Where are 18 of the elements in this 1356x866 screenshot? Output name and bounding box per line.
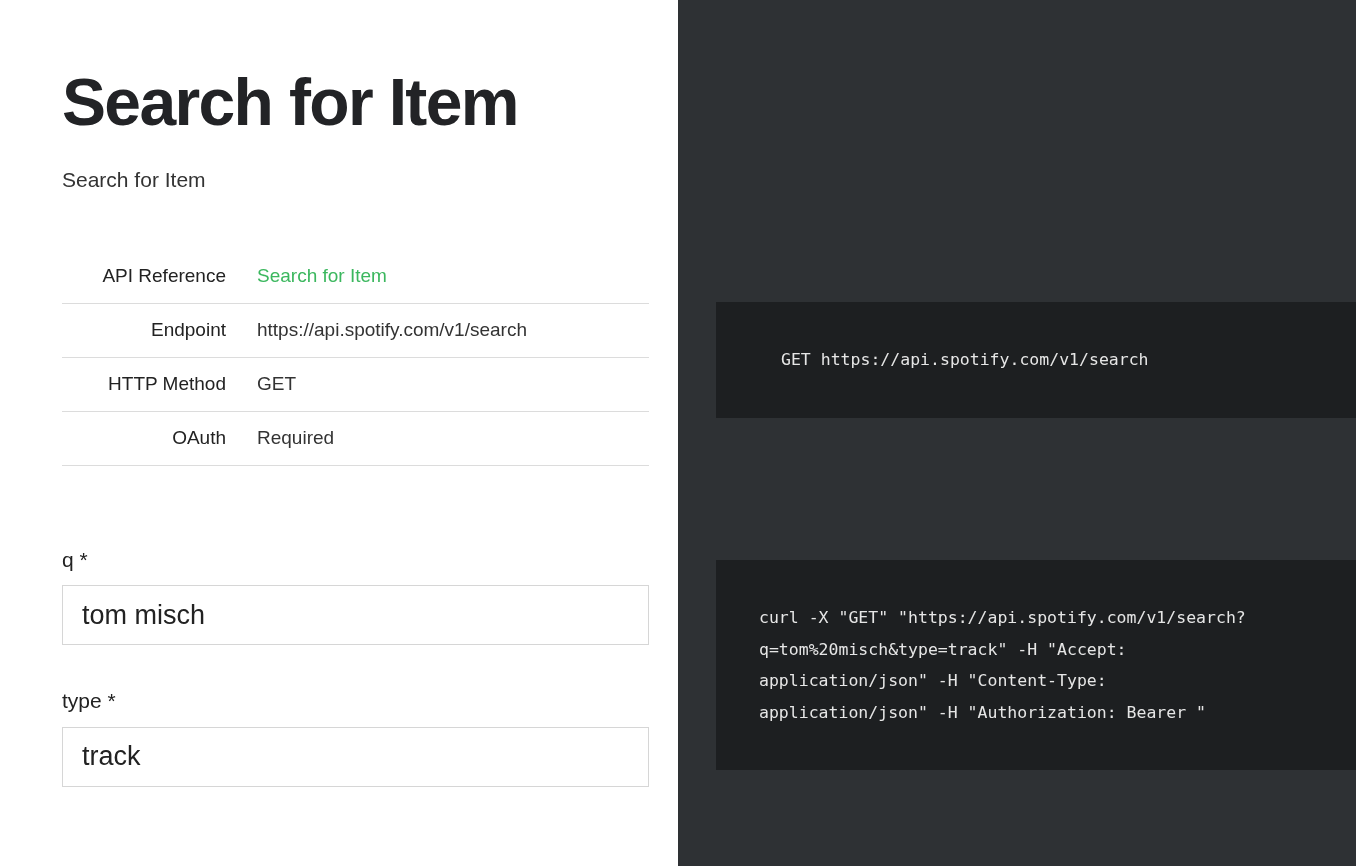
code-line: q=tom%20misch&type=track" -H "Accept: bbox=[759, 638, 1128, 661]
input-field[interactable]: tom misch bbox=[62, 585, 649, 645]
field-label: q * bbox=[62, 546, 89, 573]
row-value: GET bbox=[257, 371, 297, 396]
page-title: Search for Item bbox=[62, 64, 519, 141]
field-label: type * bbox=[62, 688, 117, 714]
row-label: HTTP Method bbox=[107, 371, 226, 396]
code-line: application/json" -H "Content-Type: bbox=[759, 670, 1108, 692]
row-label: OAuth bbox=[171, 425, 226, 450]
code-line: curl -X "GET" "https://api.spotify.com/v1/search? bbox=[759, 607, 1247, 629]
row-label: Endpoint bbox=[150, 317, 226, 342]
row-value: Required bbox=[257, 425, 335, 450]
row-label: API Reference bbox=[101, 263, 226, 288]
row-value: https://api.spotify.com/v1/search bbox=[257, 317, 527, 342]
code-line: GET https://api.spotify.com/v1/search bbox=[781, 349, 1150, 372]
page-subtitle: Search for Item bbox=[62, 167, 207, 193]
code-line: application/json" -H "Authorization: Bearer " bbox=[759, 701, 1208, 724]
input-field[interactable]: track bbox=[62, 726, 649, 787]
